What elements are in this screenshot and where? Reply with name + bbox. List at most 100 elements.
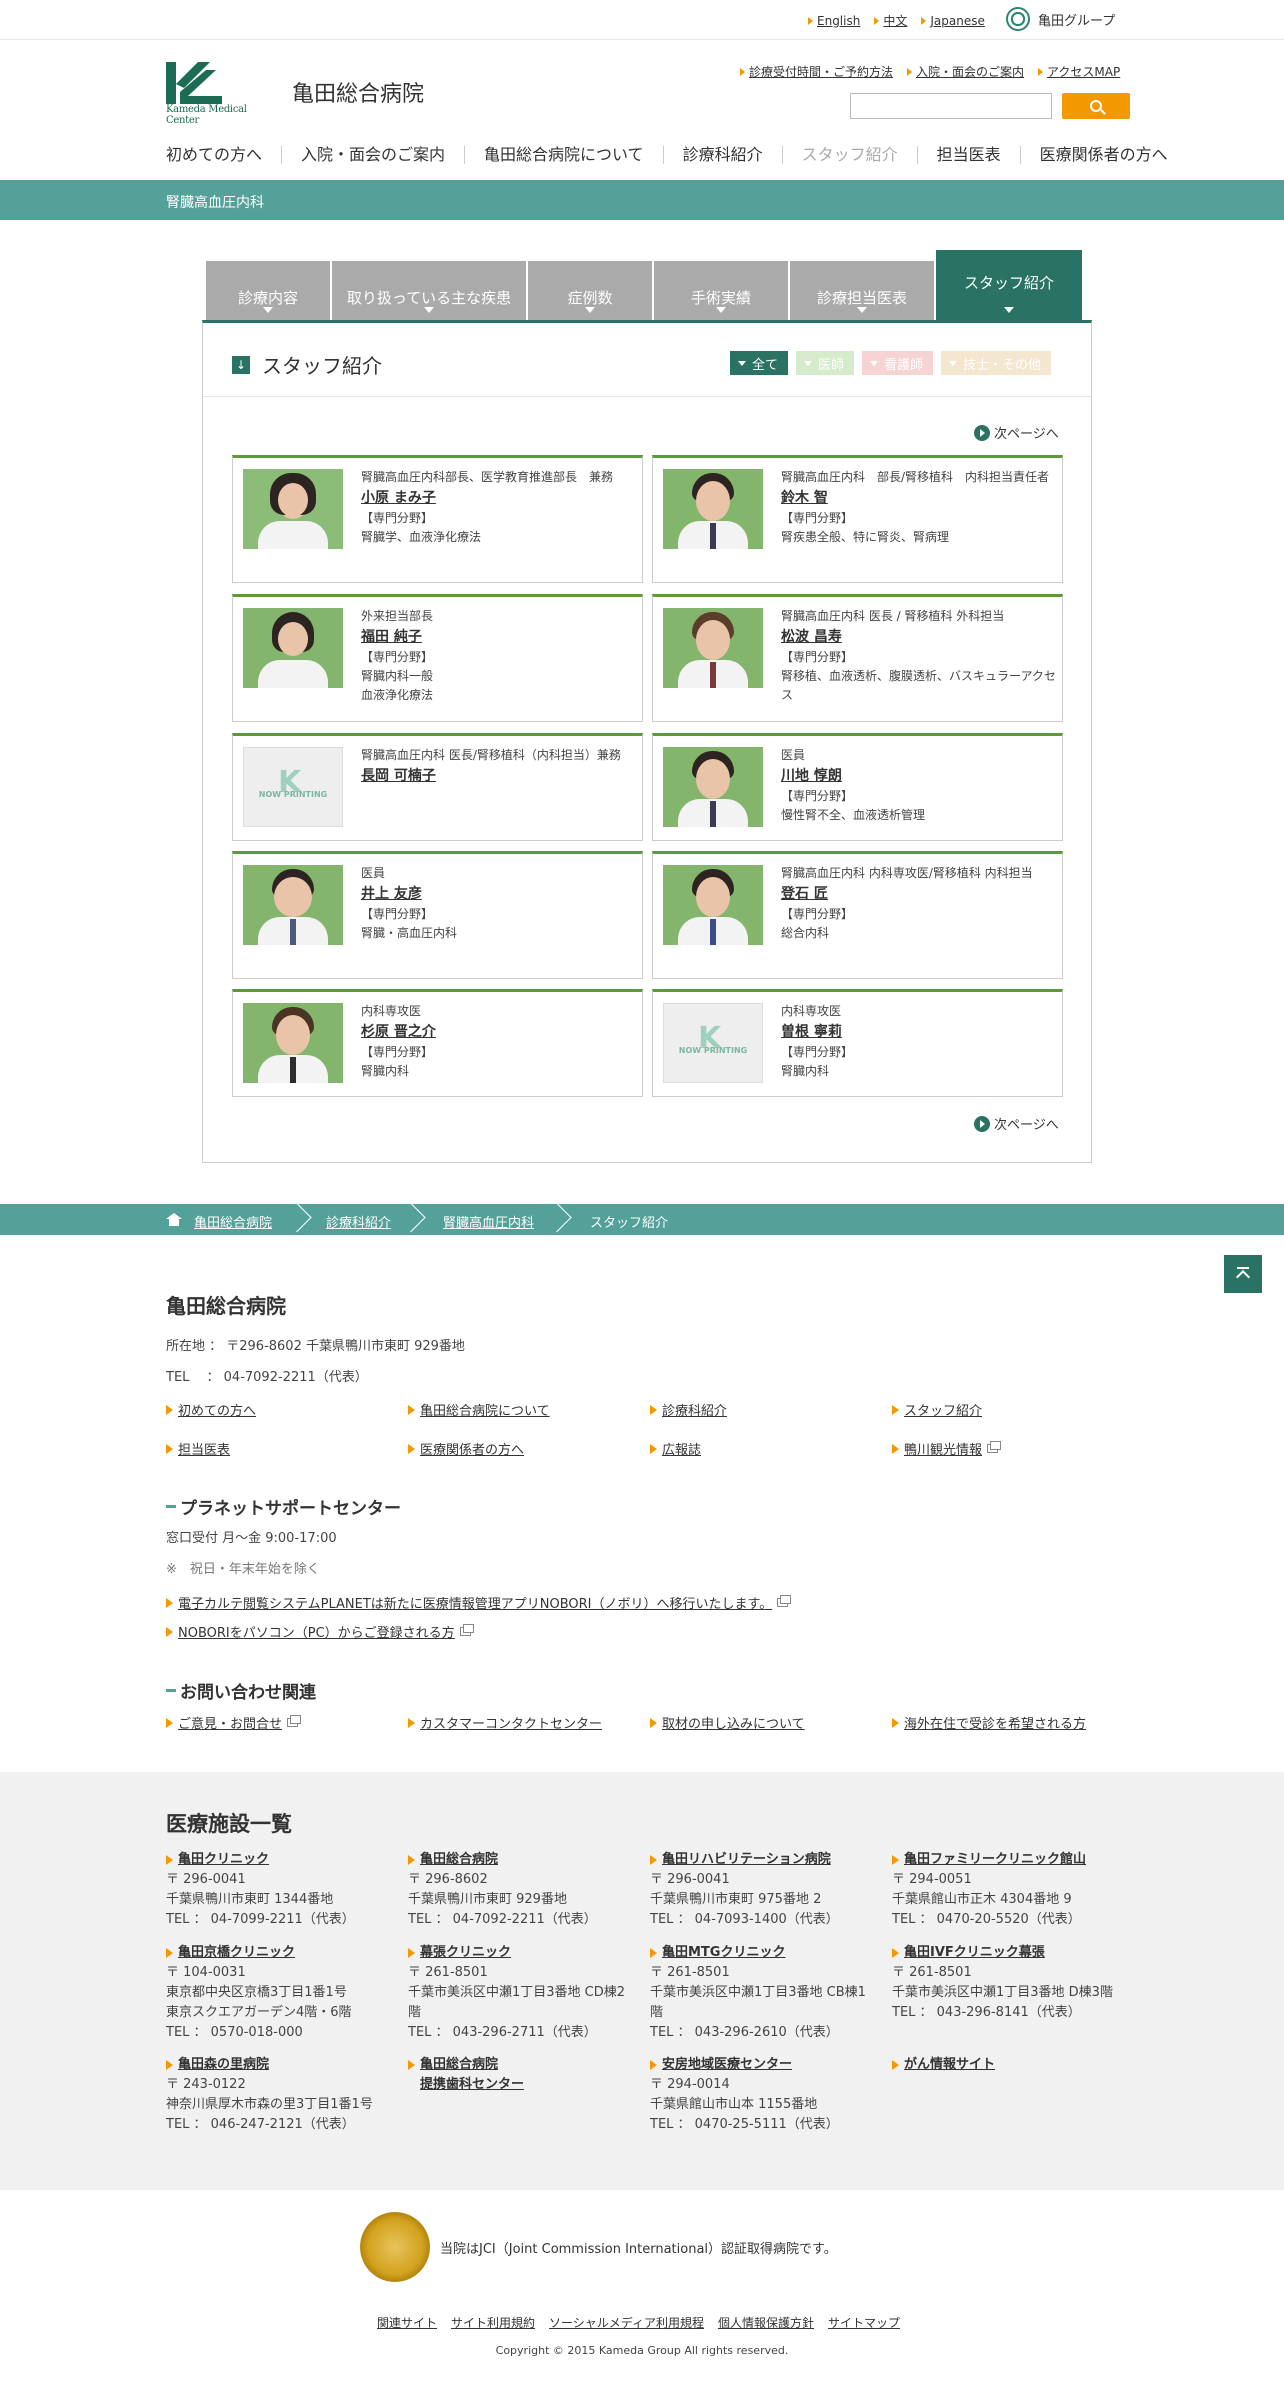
gnav-staff[interactable]: スタッフ紹介: [781, 146, 917, 164]
arrow-right-icon: [974, 424, 990, 441]
global-nav: 初めての方へ 入院・面会のご案内 亀田総合病院について 診療科紹介 スタッフ紹介…: [166, 146, 1187, 164]
next-page-link-bottom[interactable]: 次ページへ: [974, 1114, 1059, 1133]
staff-name-link[interactable]: 鈴木 智: [781, 487, 1056, 509]
staff-card[interactable]: 内科専攻医 杉原 晋之介 【専門分野】 腎臓内科: [232, 989, 643, 1097]
staff-card[interactable]: 腎臓高血圧内科 部長/腎移植科 内科担当責任者 鈴木 智【専門分野】 腎疾患全般、特…: [652, 455, 1063, 583]
gnav-doctor-schedule[interactable]: 担当医表: [916, 146, 1020, 164]
facility-item: 亀田IVFクリニック幕張〒 261-8501 千葉市美浜区中瀬1丁目3番地 D棟3…: [892, 1943, 1117, 2023]
tab-treatment[interactable]: 診療内容: [206, 261, 330, 321]
facility-link[interactable]: 幕張クリニック: [408, 1943, 633, 1963]
lang-chinese-link[interactable]: 中文: [883, 12, 907, 29]
filter-all[interactable]: 全て: [730, 351, 789, 375]
contact-link[interactable]: ご意見・お問合せ: [166, 1713, 302, 1732]
contact-link[interactable]: 海外在住で受診を希望される方: [892, 1713, 1086, 1732]
staff-card[interactable]: 医員 川地 惇朗 【専門分野】 慢性腎不全、血液透析管理: [652, 733, 1063, 841]
staff-card[interactable]: 外来担当部長 福田 純子 【専門分野】 腎臓内科一般 血液浄化療法: [232, 594, 643, 722]
contact-link[interactable]: 取材の申し込みについて: [650, 1713, 805, 1732]
hospital-name: 亀田総合病院: [292, 82, 425, 107]
facility-item: 安房地域医療センター〒 294-0014 千葉県館山市山本 1155番地 TEL ：…: [650, 2055, 875, 2135]
staff-card[interactable]: K NOW PRINTING 内科専攻医 曽根 寧莉 【専門分野】 腎臓内科: [652, 989, 1063, 1097]
facility-link[interactable]: 亀田京橋クリニック: [166, 1943, 391, 1963]
sitemap-link[interactable]: サイトマップ: [828, 2314, 900, 2331]
back-to-top-button[interactable]: [1224, 1255, 1262, 1293]
staff-name-link[interactable]: 登石 匠: [781, 883, 1056, 905]
staff-photo: [243, 469, 343, 549]
planet-link[interactable]: 電子カルテ閲覧システムPLANETは新たに医療情報管理アプリNOBORI（ノボリ…: [166, 1593, 792, 1612]
staff-card[interactable]: K NOW PRINTING 腎臓高血圧内科 医長/腎移植科（内科担当）兼務 長岡 …: [232, 733, 643, 841]
footer-link[interactable]: 亀田総合病院について: [408, 1400, 550, 1419]
lang-english-link[interactable]: English: [817, 14, 860, 28]
filter-technician[interactable]: 技士・その他: [941, 351, 1052, 375]
contact-link[interactable]: カスタマーコンタクトセンター: [408, 1713, 602, 1732]
filter-doctor[interactable]: 医師: [796, 351, 855, 375]
facility-link[interactable]: 安房地域医療センター: [650, 2055, 875, 2075]
staff-card[interactable]: 腎臓高血圧内科 内科専攻医/腎移植科 内科担当 登石 匠【専門分野】 総合内科: [652, 851, 1063, 979]
home-icon[interactable]: [166, 1213, 182, 1226]
next-page-link-top[interactable]: 次ページへ: [974, 423, 1059, 442]
facility-link[interactable]: 亀田総合病院: [408, 1850, 633, 1870]
access-map-link[interactable]: アクセスMAP: [1047, 63, 1120, 80]
staff-card[interactable]: 腎臓高血圧内科 医長 / 腎移植科 外科担当 松波 昌寿 【専門分野】 腎移植、血液透…: [652, 594, 1063, 722]
gnav-medical-professionals[interactable]: 医療関係者の方へ: [1019, 146, 1187, 164]
search-button[interactable]: [1062, 93, 1130, 119]
staff-name-link[interactable]: 杉原 晋之介: [361, 1021, 636, 1043]
privacy-policy-link[interactable]: 個人情報保護方針: [718, 2314, 814, 2331]
footer-link[interactable]: 初めての方へ: [166, 1400, 256, 1419]
staff-card[interactable]: 腎臓高血圧内科部長、医学教育推進部長 兼務 小原 まみ子 【専門分野】 腎臓学、血液浄…: [232, 455, 643, 583]
reception-hours-link[interactable]: 診療受付時間・ご予約方法: [749, 63, 893, 80]
kameda-k-icon: [166, 62, 222, 104]
logo-text: Kameda Medical Center: [166, 104, 247, 126]
staff-card[interactable]: 医員 井上 友彦 【専門分野】 腎臓・高血圧内科: [232, 851, 643, 979]
staff-name-link[interactable]: 曽根 寧莉: [781, 1021, 1056, 1043]
gnav-admission[interactable]: 入院・面会のご案内: [281, 146, 464, 164]
staff-name-link[interactable]: 小原 まみ子: [361, 487, 636, 509]
tab-surgery[interactable]: 手術実績: [654, 261, 788, 321]
no-photo-placeholder: K NOW PRINTING: [243, 747, 343, 827]
facility-item: 亀田森の里病院〒 243-0122 神奈川県厚木市森の里3丁目1番1号 TEL ： …: [166, 2055, 391, 2135]
facility-link[interactable]: 亀田クリニック: [166, 1850, 391, 1870]
gnav-first-visit[interactable]: 初めての方へ: [166, 146, 281, 164]
tab-schedule[interactable]: 診療担当医表: [790, 261, 934, 321]
tab-cases[interactable]: 症例数: [528, 261, 652, 321]
terms-link[interactable]: サイト利用規約: [451, 2314, 535, 2331]
gnav-about[interactable]: 亀田総合病院について: [464, 146, 663, 164]
group-link[interactable]: 亀田グループ: [1006, 7, 1115, 31]
social-media-policy-link[interactable]: ソーシャルメディア利用規程: [549, 2314, 704, 2331]
facility-link[interactable]: がん情報サイト: [892, 2055, 1117, 2075]
filter-nurse[interactable]: 看護師: [862, 351, 934, 375]
breadcrumb-home[interactable]: 亀田総合病院: [194, 1212, 272, 1231]
footer-hospital-name: 亀田総合病院: [166, 1294, 286, 1318]
footer-link[interactable]: 医療関係者の方へ: [408, 1439, 524, 1458]
site-logo[interactable]: Kameda Medical Center: [166, 62, 270, 126]
admission-link[interactable]: 入院・面会のご案内: [916, 63, 1024, 80]
staff-name-link[interactable]: 松波 昌寿: [781, 626, 1056, 648]
staff-name-link[interactable]: 川地 惇朗: [781, 765, 1056, 787]
breadcrumb-department[interactable]: 腎臓高血圧内科: [443, 1212, 534, 1231]
tab-diseases[interactable]: 取り扱っている主な疾患: [332, 261, 526, 321]
facility-link[interactable]: 亀田IVFクリニック幕張: [892, 1943, 1117, 1963]
staff-name-link[interactable]: 井上 友彦: [361, 883, 636, 905]
footer-link[interactable]: 広報誌: [650, 1439, 701, 1458]
breadcrumb-departments[interactable]: 診療科紹介: [326, 1212, 391, 1231]
facility-link[interactable]: 亀田ファミリークリニック館山: [892, 1850, 1117, 1870]
bottom-links: 関連サイト サイト利用規約 ソーシャルメディア利用規程 個人情報保護方針 サイト…: [377, 2314, 900, 2331]
footer-link[interactable]: 鴨川観光情報: [892, 1439, 1002, 1458]
staff-name-link[interactable]: 長岡 可楠子: [361, 765, 636, 787]
facility-link[interactable]: 亀田MTGクリニック: [650, 1943, 875, 1963]
planet-link[interactable]: NOBORIをパソコン（PC）からご登録される方: [166, 1622, 474, 1641]
search-input[interactable]: [850, 93, 1052, 119]
staff-field: 腎移植、血液透析、腹膜透析、バスキュラーアクセス: [781, 669, 1056, 702]
lang-japanese-link[interactable]: Japanese: [930, 14, 985, 28]
facility-link[interactable]: 亀田リハビリテーション病院: [650, 1850, 875, 1870]
footer-link[interactable]: スタッフ紹介: [892, 1400, 982, 1419]
staff-name-link[interactable]: 福田 純子: [361, 626, 636, 648]
gnav-departments[interactable]: 診療科紹介: [662, 146, 782, 164]
footer-link[interactable]: 診療科紹介: [650, 1400, 727, 1419]
related-sites-link[interactable]: 関連サイト: [377, 2314, 437, 2331]
staff-title: 腎臓高血圧内科部長、医学教育推進部長 兼務: [361, 470, 614, 484]
facility-link[interactable]: 亀田森の里病院: [166, 2055, 391, 2075]
footer-link[interactable]: 担当医表: [166, 1439, 230, 1458]
staff-title: 医員: [781, 748, 806, 762]
tab-staff[interactable]: スタッフ紹介: [936, 250, 1082, 321]
facility-link[interactable]: 亀田総合病院 提携歯科センター: [408, 2055, 633, 2095]
